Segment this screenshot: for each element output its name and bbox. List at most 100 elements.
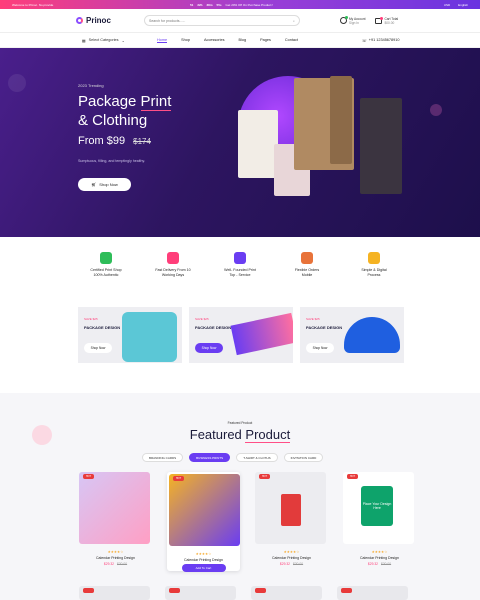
account-sub: Sign In: [349, 20, 359, 25]
cart-icon: [375, 16, 384, 24]
product-price: $29.32 $30.00: [79, 562, 152, 566]
product-name[interactable]: Calendar Printing Design: [79, 556, 152, 560]
promo-discount: SAVE $25: [84, 317, 98, 321]
add-to-cart-button[interactable]: Add To Cart: [181, 564, 226, 572]
feature-item: Certified Print Shop 100% Authentic: [76, 252, 136, 278]
product-image[interactable]: [337, 586, 408, 600]
old-price: $174: [133, 137, 151, 146]
process-icon: [368, 252, 380, 264]
promo-shop-button[interactable]: Shop Now: [306, 343, 334, 353]
hot-badge: [169, 588, 180, 593]
shop-now-label: Shop Now: [99, 182, 118, 187]
categories-dropdown[interactable]: ▦ Select Categories ⌄: [82, 38, 125, 43]
ticket-image: [230, 312, 293, 356]
product-image[interactable]: [79, 586, 150, 600]
offer-countdown: 51 22h 38m 55s Get 20% Off On Purchase P…: [190, 3, 273, 7]
product-grid-row-2: [79, 586, 408, 600]
rating-stars: ★★★★☆: [283, 550, 300, 554]
nav-item-pages[interactable]: Pages: [260, 38, 271, 43]
nav-item-accessories[interactable]: Accessories: [204, 38, 224, 43]
phone-contact[interactable]: ☏ +91 12345678910: [362, 38, 399, 43]
product-name[interactable]: Calendar Printing Design: [255, 556, 328, 560]
site-logo[interactable]: Prinoc: [76, 16, 146, 25]
print-icon: [234, 252, 246, 264]
account-link[interactable]: My Account Sign In: [340, 16, 365, 25]
section-title-highlight: Product: [245, 427, 291, 443]
old-price: $30.00: [381, 562, 392, 566]
tab-invitation-card[interactable]: INVITATION CARD: [283, 453, 324, 462]
feature-list: Certified Print Shop 100% Authentic Fast …: [0, 252, 480, 278]
offer-text: Get 20% Off On Purchase Product !: [225, 2, 274, 7]
nav-item-blog[interactable]: Blog: [238, 38, 246, 43]
product-name[interactable]: Calendar Printing Design: [343, 556, 416, 560]
tshirt-image: [122, 312, 177, 362]
product-image[interactable]: [251, 586, 322, 600]
tab-branding-cards[interactable]: BRANDING CARDS: [142, 453, 184, 462]
price-value: $29.32: [103, 562, 114, 566]
rating-stars: ★★★★☆: [195, 552, 212, 556]
hot-badge: HOT: [173, 476, 184, 481]
hero-title-part: Package: [78, 93, 137, 110]
decor-circle: [430, 104, 442, 116]
feature-line: 100% Authentic: [93, 273, 119, 277]
cart-link[interactable]: Cart Total $00.00: [375, 16, 398, 25]
cart-icon: 🛒︎: [91, 182, 97, 187]
promo-card[interactable]: SAVE $25 PACKAGE DESIGN Shop Now: [78, 307, 182, 363]
timer-minutes: 38m: [206, 2, 213, 7]
logo-text: Prinoc: [86, 16, 111, 25]
promo-title: PACKAGE DESIGN: [84, 325, 121, 330]
feature-item: Fast Delivery From 10 Working Days: [143, 252, 203, 278]
user-icon: [340, 16, 348, 24]
product-card[interactable]: HOT Place Your Design Here ★★★★☆ Calendar…: [343, 472, 416, 571]
top-announcement-bar: Welcome to Prinoc. No.provide 51 22h 38m…: [0, 0, 480, 9]
shop-now-button[interactable]: 🛒︎ Shop Now: [78, 178, 131, 191]
rating-stars: ★★★★☆: [371, 550, 388, 554]
product-name[interactable]: Calendar Printing Design: [169, 558, 238, 562]
nav-item-shop[interactable]: Shop: [181, 38, 190, 43]
hero-tag: 2023 Trending: [78, 83, 104, 88]
product-grid: HOT ★★★★☆ Calendar Printing Design $29.3…: [79, 472, 416, 572]
product-price: $29.32 $30.00: [255, 562, 328, 566]
nav-item-home[interactable]: Home: [157, 38, 168, 43]
product-image[interactable]: [165, 586, 236, 600]
price-value: $29.32: [367, 562, 378, 566]
cart-total: $00.00: [384, 20, 395, 25]
tab-business-prints[interactable]: BUSINESS PRINTS: [189, 453, 231, 462]
product-card[interactable]: HOT ★★★★☆ Calendar Printing Design $29.3…: [255, 472, 328, 571]
hot-badge: HOT: [259, 474, 270, 479]
box-icon: [301, 252, 313, 264]
nav-item-contact[interactable]: Contact: [285, 38, 298, 43]
promo-shop-button[interactable]: Shop Now: [84, 343, 112, 353]
tab-tshirt-cloths[interactable]: T-SHIRT & CLOTHS: [236, 453, 278, 462]
id-card-image: HOT: [255, 472, 326, 544]
language-select[interactable]: English: [458, 3, 468, 7]
hot-badge: [255, 588, 266, 593]
section-title-part: Featured: [189, 427, 242, 442]
feature-line: Working Days: [161, 273, 185, 277]
feature-item: Well- Founded Print Top - Service: [210, 252, 270, 278]
product-card[interactable]: HOT ★★★★☆ Calendar Printing Design $29.3…: [79, 472, 152, 571]
currency-select[interactable]: USD: [444, 3, 450, 7]
feature-item: Simple & Digital Process: [344, 252, 404, 278]
hero-description: Sumptuous, filling, and temptingly healt…: [78, 159, 146, 163]
mug-image: HOT Place Your Design Here: [343, 472, 414, 544]
promo-title: PACKAGE DESIGN: [195, 325, 232, 330]
phone-number: +91 12345678910: [368, 38, 400, 42]
promo-shop-button[interactable]: Shop Now: [195, 343, 223, 353]
search-icon[interactable]: ⌕: [293, 19, 295, 23]
search-input[interactable]: Search for products...... ⌕: [144, 15, 300, 26]
chevron-down-icon: ⌄: [121, 38, 125, 43]
hero-title-part: & Clothing: [78, 112, 148, 129]
feature-line: Mobile: [301, 273, 313, 277]
promo-card[interactable]: SAVE $25 PACKAGE DESIGN Shop Now: [189, 307, 293, 363]
price-value: $29.32: [279, 562, 290, 566]
add-to-cart-label: Add To Cart: [195, 566, 212, 570]
logo-icon: [76, 17, 83, 24]
feature-item: Flexible Orders Mobile: [277, 252, 337, 278]
product-patterned-bag-image: [360, 98, 402, 194]
search-placeholder: Search for products......: [149, 18, 186, 23]
featured-section: Featured Product Featured Product BRANDI…: [0, 393, 480, 600]
promo-card[interactable]: SAVE $25 PACKAGE DESIGN Shop Now: [300, 307, 404, 363]
timer-hours: 22h: [197, 2, 203, 7]
product-card[interactable]: HOT ★★★★☆ Calendar Printing Design Add T…: [167, 472, 240, 572]
